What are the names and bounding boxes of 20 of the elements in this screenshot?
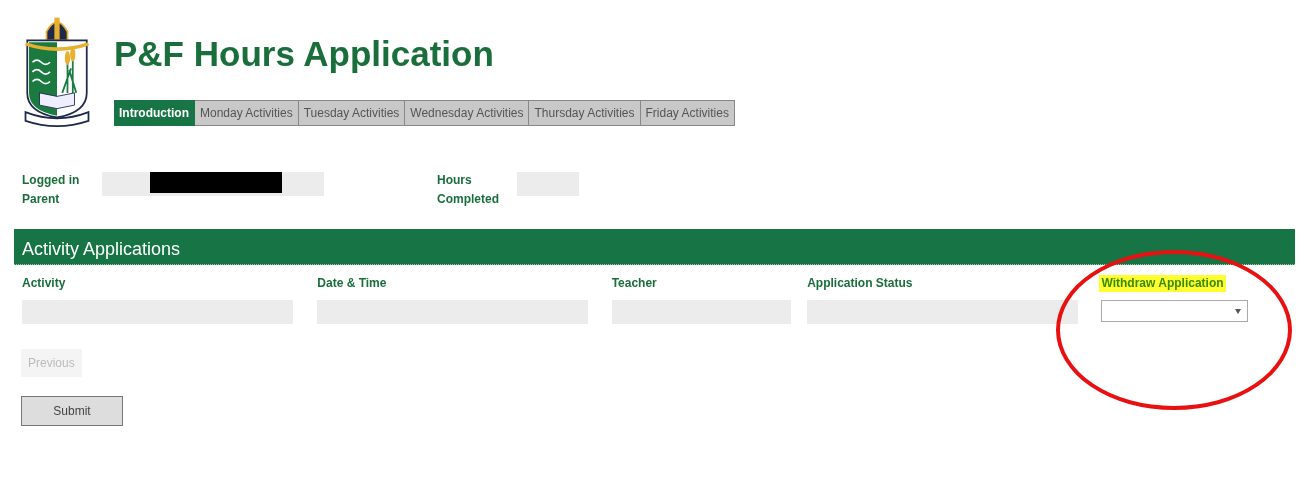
field-label: Hours Completed	[437, 172, 500, 208]
input-field[interactable]	[102, 172, 324, 196]
dropdown[interactable]	[1101, 300, 1249, 322]
field-label: Logged in Parent	[22, 172, 81, 208]
tab[interactable]: Tuesday Activities	[298, 100, 406, 126]
column-label: Teacher	[611, 275, 657, 292]
column-label: Date & Time	[317, 275, 387, 292]
tab[interactable]: Thursday Activities	[529, 100, 641, 126]
dropdown-caret-icon	[1235, 308, 1242, 314]
column-label: Withdraw Application	[1099, 275, 1226, 292]
tab[interactable]: Monday Activities	[195, 100, 299, 126]
tab[interactable]: Introduction	[114, 100, 195, 126]
section-header: Activity Applications	[14, 229, 1295, 265]
input-field[interactable]	[807, 300, 1079, 324]
column-label: Application Status	[807, 275, 913, 292]
page-title: P&F Hours Application	[114, 34, 495, 75]
submit-button[interactable]: Submit	[21, 396, 123, 426]
column-label: Activity	[22, 275, 66, 292]
tab[interactable]: Wednesday Activities	[405, 100, 530, 126]
tab[interactable]: Friday Activities	[640, 100, 735, 126]
